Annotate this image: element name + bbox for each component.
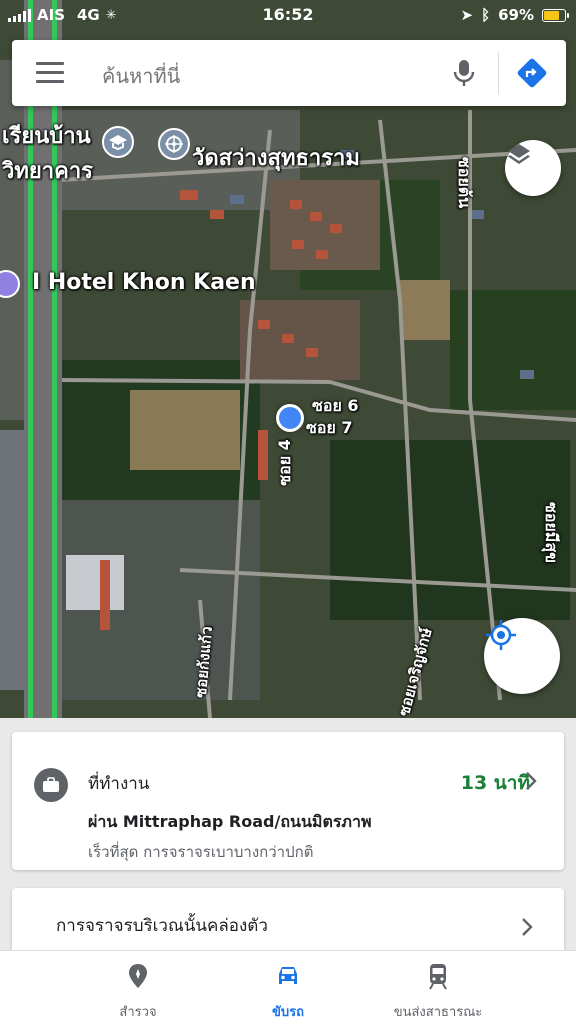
bluetooth-icon: ᛒ xyxy=(481,6,491,24)
search-bar[interactable]: ค้นหาที่นี่ xyxy=(12,40,566,106)
search-input[interactable]: ค้นหาที่นี่ xyxy=(102,60,180,92)
school-label-line2: วิทยาคาร xyxy=(2,159,93,184)
tab-transit[interactable]: ขนส่งสาธารณะ xyxy=(348,961,528,1022)
location-arrow-icon: ➤ xyxy=(460,6,474,24)
layers-button[interactable] xyxy=(505,140,561,196)
bottom-navigation: สำรวจ ขับรถ ขนส่งสาธารณะ xyxy=(0,950,576,1025)
my-location-button[interactable] xyxy=(484,618,560,694)
commute-note: เร็วที่สุด การจราจรเบาบางกว่าปกติ xyxy=(88,843,314,861)
school-label[interactable]: เรียนบ้าน วิทยาคาร xyxy=(2,118,93,188)
explore-pin-icon xyxy=(129,964,147,988)
battery-icon xyxy=(542,8,569,22)
search-divider xyxy=(498,52,499,94)
traffic-title: การจราจรบริเวณนั้นคล่องตัว xyxy=(56,916,268,936)
bottom-sheet: ที่ทำงาน 13 นาที ผ่าน Mittraphap Road/ถน… xyxy=(0,718,576,968)
street-label-soi7: ซอย 7 xyxy=(306,418,353,437)
crosshair-icon xyxy=(486,620,516,650)
street-label-soi4: ซอย 4 xyxy=(274,439,294,486)
hotel-label[interactable]: I Hotel Khon Kaen xyxy=(32,270,256,295)
map-view[interactable]: เรียนบ้าน วิทยาคาร วัดสว่างสุทธาราม I Ho… xyxy=(0,0,576,718)
temple-icon[interactable] xyxy=(158,128,190,160)
menu-icon[interactable] xyxy=(36,62,64,84)
street-label-soi-ton: ซอยต้น xyxy=(455,156,475,209)
satellite-imagery xyxy=(0,0,576,718)
tab-transit-label: ขนส่งสาธารณะ xyxy=(393,1005,483,1020)
car-icon xyxy=(279,967,297,984)
commute-eta: 13 นาที xyxy=(460,772,530,794)
train-icon xyxy=(429,964,447,990)
status-bar: AIS 4G ✳ 16:52 ➤ ᛒ 69% xyxy=(0,0,576,30)
street-label-soi-mi: ซอยมีสุข xyxy=(542,501,562,564)
directions-icon[interactable] xyxy=(516,57,548,89)
chevron-right-icon xyxy=(522,918,533,936)
layers-icon xyxy=(508,144,530,164)
temple-label[interactable]: วัดสว่างสุทธาราม xyxy=(192,140,360,175)
chevron-right-icon xyxy=(526,772,537,790)
microphone-icon[interactable] xyxy=(452,58,476,88)
current-location-dot[interactable] xyxy=(276,404,304,432)
commute-destination: ที่ทำงาน xyxy=(88,774,150,794)
commute-route: ผ่าน Mittraphap Road/ถนนมิตรภาพ xyxy=(88,812,372,831)
school-icon[interactable] xyxy=(102,126,134,158)
briefcase-icon xyxy=(34,768,68,802)
battery-percent: 69% xyxy=(498,6,534,24)
school-label-line1: เรียนบ้าน xyxy=(2,124,91,149)
commute-card[interactable]: ที่ทำงาน 13 นาที ผ่าน Mittraphap Road/ถน… xyxy=(12,732,564,870)
